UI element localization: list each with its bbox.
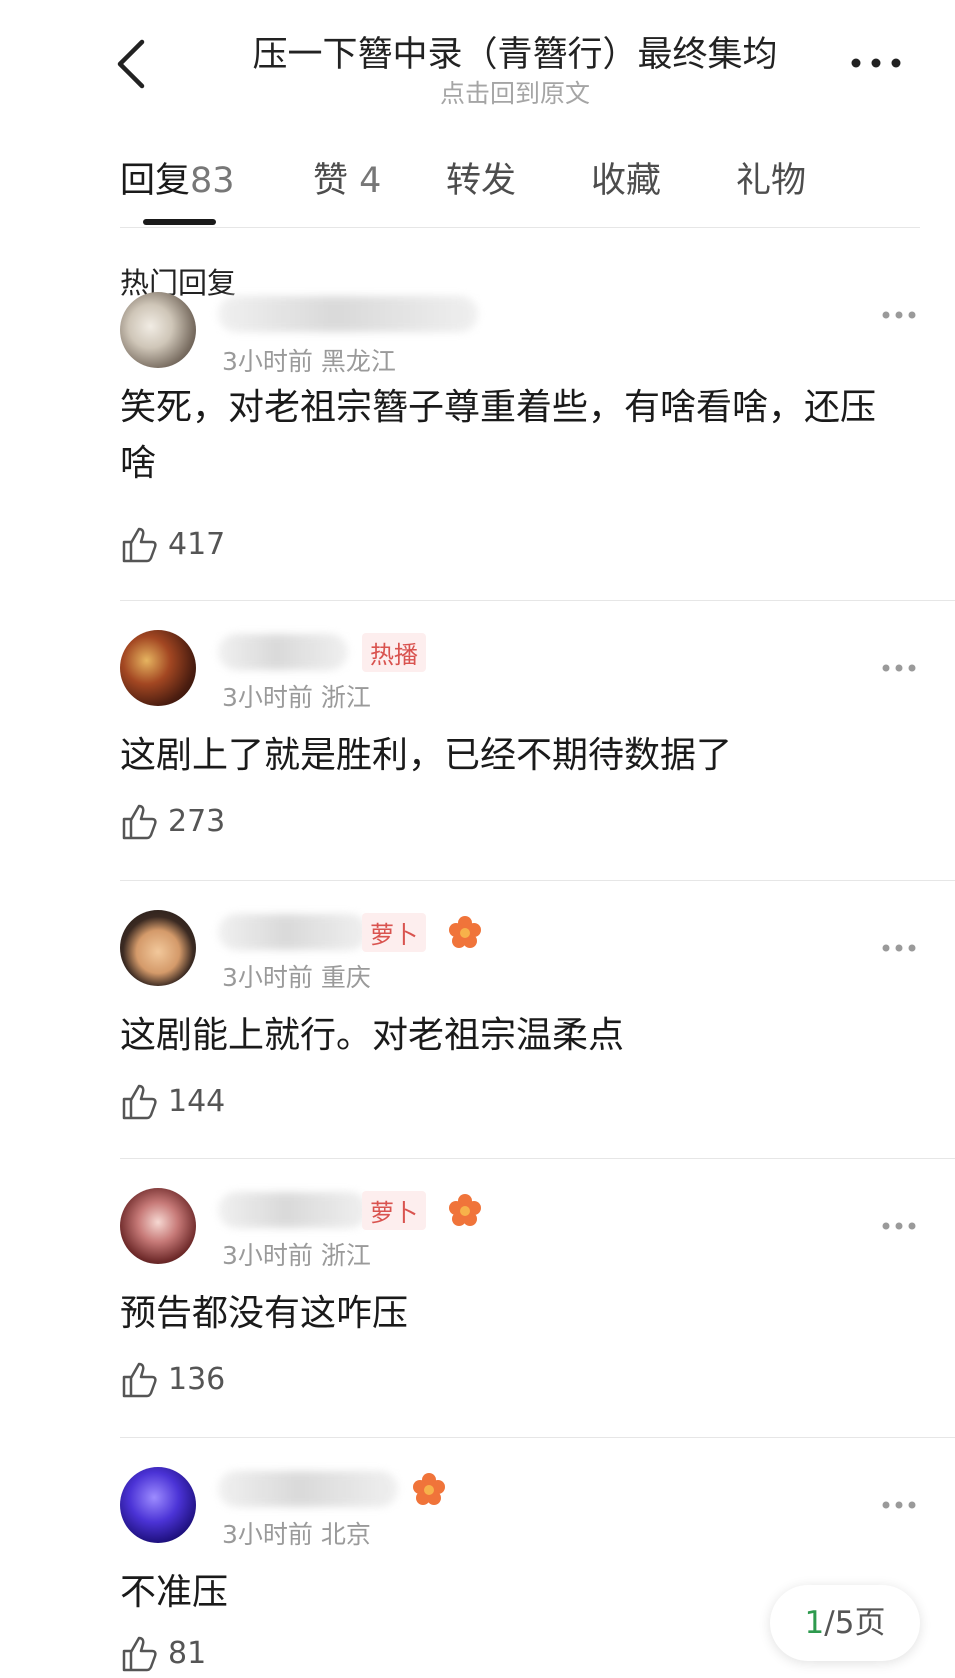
flower-icon: [449, 916, 481, 948]
flower-icon: [449, 1194, 481, 1226]
back-arrow-icon[interactable]: [112, 38, 152, 90]
thumbs-up-icon: [122, 527, 157, 563]
user-badge: 萝卜: [362, 1191, 426, 1230]
user-badge: 热播: [362, 633, 426, 672]
comment-text: 这剧能上就行。对老祖宗温柔点: [120, 1015, 625, 1056]
active-tab-indicator: [143, 219, 216, 225]
tab-replies-label: 回复: [120, 161, 191, 201]
back-to-original-link[interactable]: 点击回到原文: [330, 74, 700, 110]
comment-meta: 3小时前 浙江: [222, 1236, 371, 1272]
comment-location: 浙江: [320, 1241, 371, 1270]
comment-more-icon[interactable]: [880, 1219, 918, 1233]
tab-replies-count: 83: [190, 161, 235, 201]
thumbs-up-icon: [122, 1362, 157, 1398]
tab-replies[interactable]: 回复83: [120, 152, 235, 203]
like-count: 136: [168, 1362, 226, 1397]
comment-text: 这剧上了就是胜利，已经不期待数据了: [120, 735, 733, 776]
avatar[interactable]: [120, 1188, 196, 1264]
comment-more-icon[interactable]: [880, 1498, 918, 1512]
comment-item: 热播 3小时前 浙江 这剧上了就是胜利，已经不期待数据了 273: [0, 630, 955, 880]
comment-more-icon[interactable]: [880, 308, 918, 322]
current-page: 1: [804, 1605, 825, 1641]
post-title[interactable]: 压一下簪中录（青簪行）最终集均: [200, 26, 830, 77]
tab-likes-count: 4: [359, 161, 382, 201]
comment-time: 3小时前: [222, 963, 313, 992]
comment-divider: [120, 1437, 955, 1438]
comment-divider: [120, 880, 955, 881]
comment-time: 3小时前: [222, 683, 313, 712]
total-pages: /5页: [824, 1605, 886, 1641]
avatar[interactable]: [120, 630, 196, 706]
comment-meta: 3小时前 北京: [222, 1515, 371, 1551]
comment-time: 3小时前: [222, 1241, 313, 1270]
username-blurred[interactable]: [218, 634, 348, 670]
comment-divider: [120, 1158, 955, 1159]
comment-meta: 3小时前 重庆: [222, 958, 371, 994]
comment-meta: 3小时前 黑龙江: [222, 342, 396, 378]
comment-text: 笑死，对老祖宗簪子尊重着些，有啥看啥，还压啥: [120, 387, 877, 484]
thumbs-up-icon: [122, 1636, 157, 1672]
comment-item: 萝卜 3小时前 重庆 这剧能上就行。对老祖宗温柔点 144: [0, 910, 955, 1160]
tab-likes-label: 赞: [313, 161, 349, 201]
comment-more-icon[interactable]: [880, 661, 918, 675]
thumbs-up-icon: [122, 804, 157, 840]
page-indicator-button[interactable]: 1/5页: [770, 1585, 920, 1661]
tab-gifts[interactable]: 礼物: [736, 152, 806, 203]
flower-icon: [413, 1473, 445, 1505]
comment-time: 3小时前: [222, 347, 313, 376]
comment-more-icon[interactable]: [880, 941, 918, 955]
user-badge: 萝卜: [362, 913, 426, 952]
hot-replies-heading: 热门回复: [120, 266, 237, 300]
comment-time: 3小时前: [222, 1520, 313, 1549]
username-blurred[interactable]: [218, 1471, 398, 1507]
username-blurred[interactable]: [218, 296, 478, 332]
username-blurred[interactable]: [218, 914, 368, 950]
tab-favorites[interactable]: 收藏: [591, 152, 661, 203]
comment-divider: [120, 600, 955, 601]
comment-item: 萝卜 3小时前 浙江 预告都没有这咋压 136: [0, 1188, 955, 1438]
comment-location: 北京: [320, 1520, 371, 1549]
comment-meta: 3小时前 浙江: [222, 678, 371, 714]
tab-reposts[interactable]: 转发: [446, 152, 516, 203]
thumbs-up-icon: [122, 1084, 157, 1120]
like-count: 144: [168, 1084, 226, 1119]
comment-location: 重庆: [320, 963, 371, 992]
comment-text: 预告都没有这咋压: [120, 1293, 409, 1334]
avatar[interactable]: [120, 1467, 196, 1543]
avatar[interactable]: [120, 292, 196, 368]
like-count: 81: [168, 1636, 207, 1671]
more-options-icon[interactable]: [848, 48, 904, 78]
like-count: 417: [168, 527, 226, 562]
username-blurred[interactable]: [218, 1192, 368, 1228]
tab-divider: [120, 227, 920, 228]
avatar[interactable]: [120, 910, 196, 986]
like-count: 273: [168, 804, 226, 839]
comment-location: 黑龙江: [320, 347, 396, 376]
tab-likes[interactable]: 赞 4: [313, 152, 381, 203]
comment-location: 浙江: [320, 683, 371, 712]
